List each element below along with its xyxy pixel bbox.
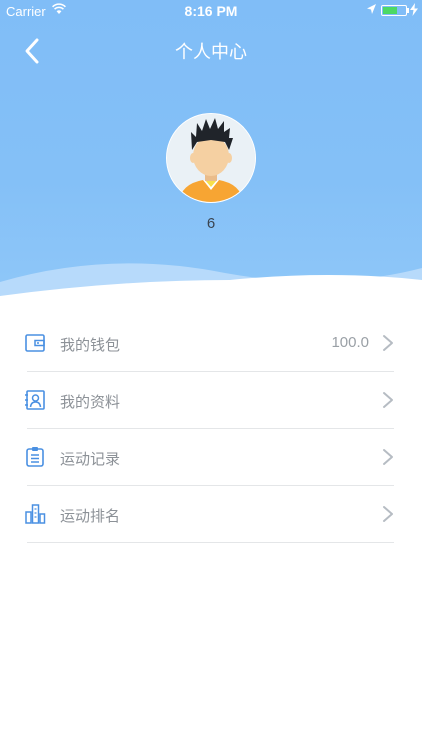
profile-header: Carrier 8:16 PM 个人中心 6	[0, 0, 422, 300]
chevron-right-icon	[382, 448, 394, 466]
battery-icon	[381, 5, 407, 16]
menu-item-exercise-records[interactable]: 运动记录	[24, 429, 394, 486]
menu-item-label: 运动记录	[60, 451, 121, 468]
wallet-balance: 100.0	[331, 334, 369, 351]
wallet-icon	[24, 332, 46, 354]
menu-item-label: 运动排名	[60, 508, 121, 525]
wave-decoration	[0, 263, 422, 300]
menu-item-wallet[interactable]: 我的钱包 100.0	[24, 315, 394, 372]
charging-bolt-icon	[410, 3, 418, 19]
menu-item-profile[interactable]: 我的资料	[24, 372, 394, 429]
chevron-right-icon	[382, 391, 394, 409]
menu-item-label: 我的资料	[60, 394, 121, 411]
profile-menu: 我的钱包 100.0 我的资料 运动记录 运动排名	[24, 315, 394, 543]
location-arrow-icon	[366, 3, 377, 18]
menu-item-label: 我的钱包	[60, 337, 121, 354]
chevron-right-icon	[382, 505, 394, 523]
username: 6	[206, 215, 216, 232]
profile-card-icon	[24, 389, 46, 411]
avatar[interactable]	[166, 113, 256, 203]
clipboard-icon	[24, 446, 46, 468]
ranking-buildings-icon	[24, 503, 46, 525]
menu-item-exercise-ranking[interactable]: 运动排名	[24, 486, 394, 543]
status-time: 8:16 PM	[184, 3, 238, 19]
chevron-right-icon	[382, 334, 394, 352]
battery-tip	[407, 8, 409, 13]
status-bar: Carrier 8:16 PM	[0, 0, 422, 22]
avatar-person-icon	[167, 114, 255, 202]
page-title: 个人中心	[175, 42, 247, 62]
